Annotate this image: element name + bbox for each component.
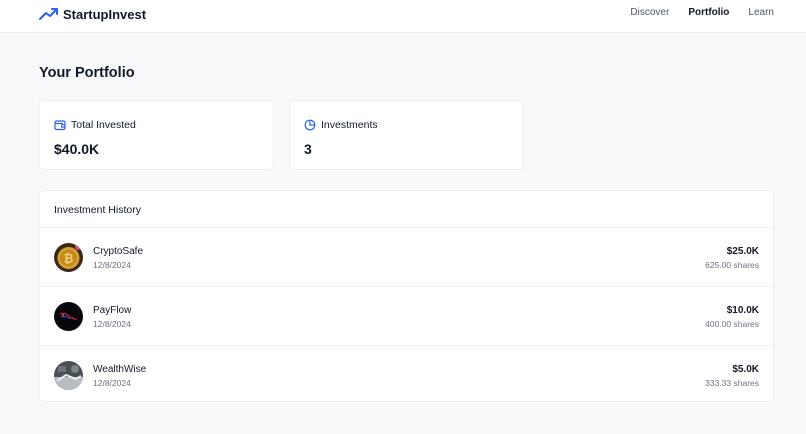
investment-amount: $5.0K (732, 364, 759, 375)
stat-label: Total Invested (71, 119, 136, 131)
investment-date: 12/8/2024 (93, 319, 131, 329)
stat-value: 3 (304, 141, 312, 157)
investment-row[interactable]: WealthWise 12/8/2024 $5.0K 333.33 shares (40, 346, 773, 405)
share-count: 625.00 shares (705, 260, 759, 270)
nav-discover[interactable]: Discover (630, 7, 669, 18)
svg-text:₿: ₿ (64, 252, 74, 266)
brand-logo[interactable]: StartupInvest (39, 6, 146, 22)
stat-header: Total Invested (54, 119, 136, 131)
top-navbar: StartupInvest Discover Portfolio Learn (0, 0, 806, 33)
share-count: 333.33 shares (705, 378, 759, 388)
investment-date: 12/8/2024 (93, 378, 131, 388)
stat-header: Investments (304, 119, 378, 131)
nav-learn[interactable]: Learn (748, 7, 774, 18)
trending-up-icon (39, 8, 58, 20)
app-name: StartupInvest (63, 6, 147, 22)
stat-label: Investments (321, 119, 378, 131)
company-logo: ₿ (54, 243, 83, 272)
finance-photo-image (54, 361, 83, 390)
dark-abstract-image (54, 302, 83, 331)
share-count: 400.00 shares (705, 319, 759, 329)
main-nav: Discover Portfolio Learn (630, 7, 774, 18)
company-logo (54, 361, 83, 390)
company-logo (54, 302, 83, 331)
company-name: PayFlow (93, 305, 132, 316)
company-name: WealthWise (93, 364, 147, 375)
stat-value: $40.0K (54, 141, 100, 157)
investment-history-panel: Investment History ₿ CryptoSafe 12/8/202… (39, 190, 774, 402)
investments-count-card: Investments 3 (289, 100, 524, 170)
section-title: Investment History (54, 204, 141, 216)
investment-row[interactable]: ₿ CryptoSafe 12/8/2024 $25.0K 625.00 sha… (40, 228, 773, 287)
page-title: Your Portfolio (39, 65, 135, 81)
investment-amount: $10.0K (726, 305, 759, 316)
nav-portfolio[interactable]: Portfolio (688, 7, 729, 18)
total-invested-card: Total Invested $40.0K (39, 100, 274, 170)
investment-amount: $25.0K (726, 246, 759, 257)
investment-date: 12/8/2024 (93, 260, 131, 270)
pie-chart-icon (304, 119, 316, 131)
wallet-icon (54, 120, 66, 131)
company-name: CryptoSafe (93, 246, 144, 257)
investment-row[interactable]: PayFlow 12/8/2024 $10.0K 400.00 shares (40, 287, 773, 346)
bitcoin-coin-image: ₿ (54, 243, 83, 272)
